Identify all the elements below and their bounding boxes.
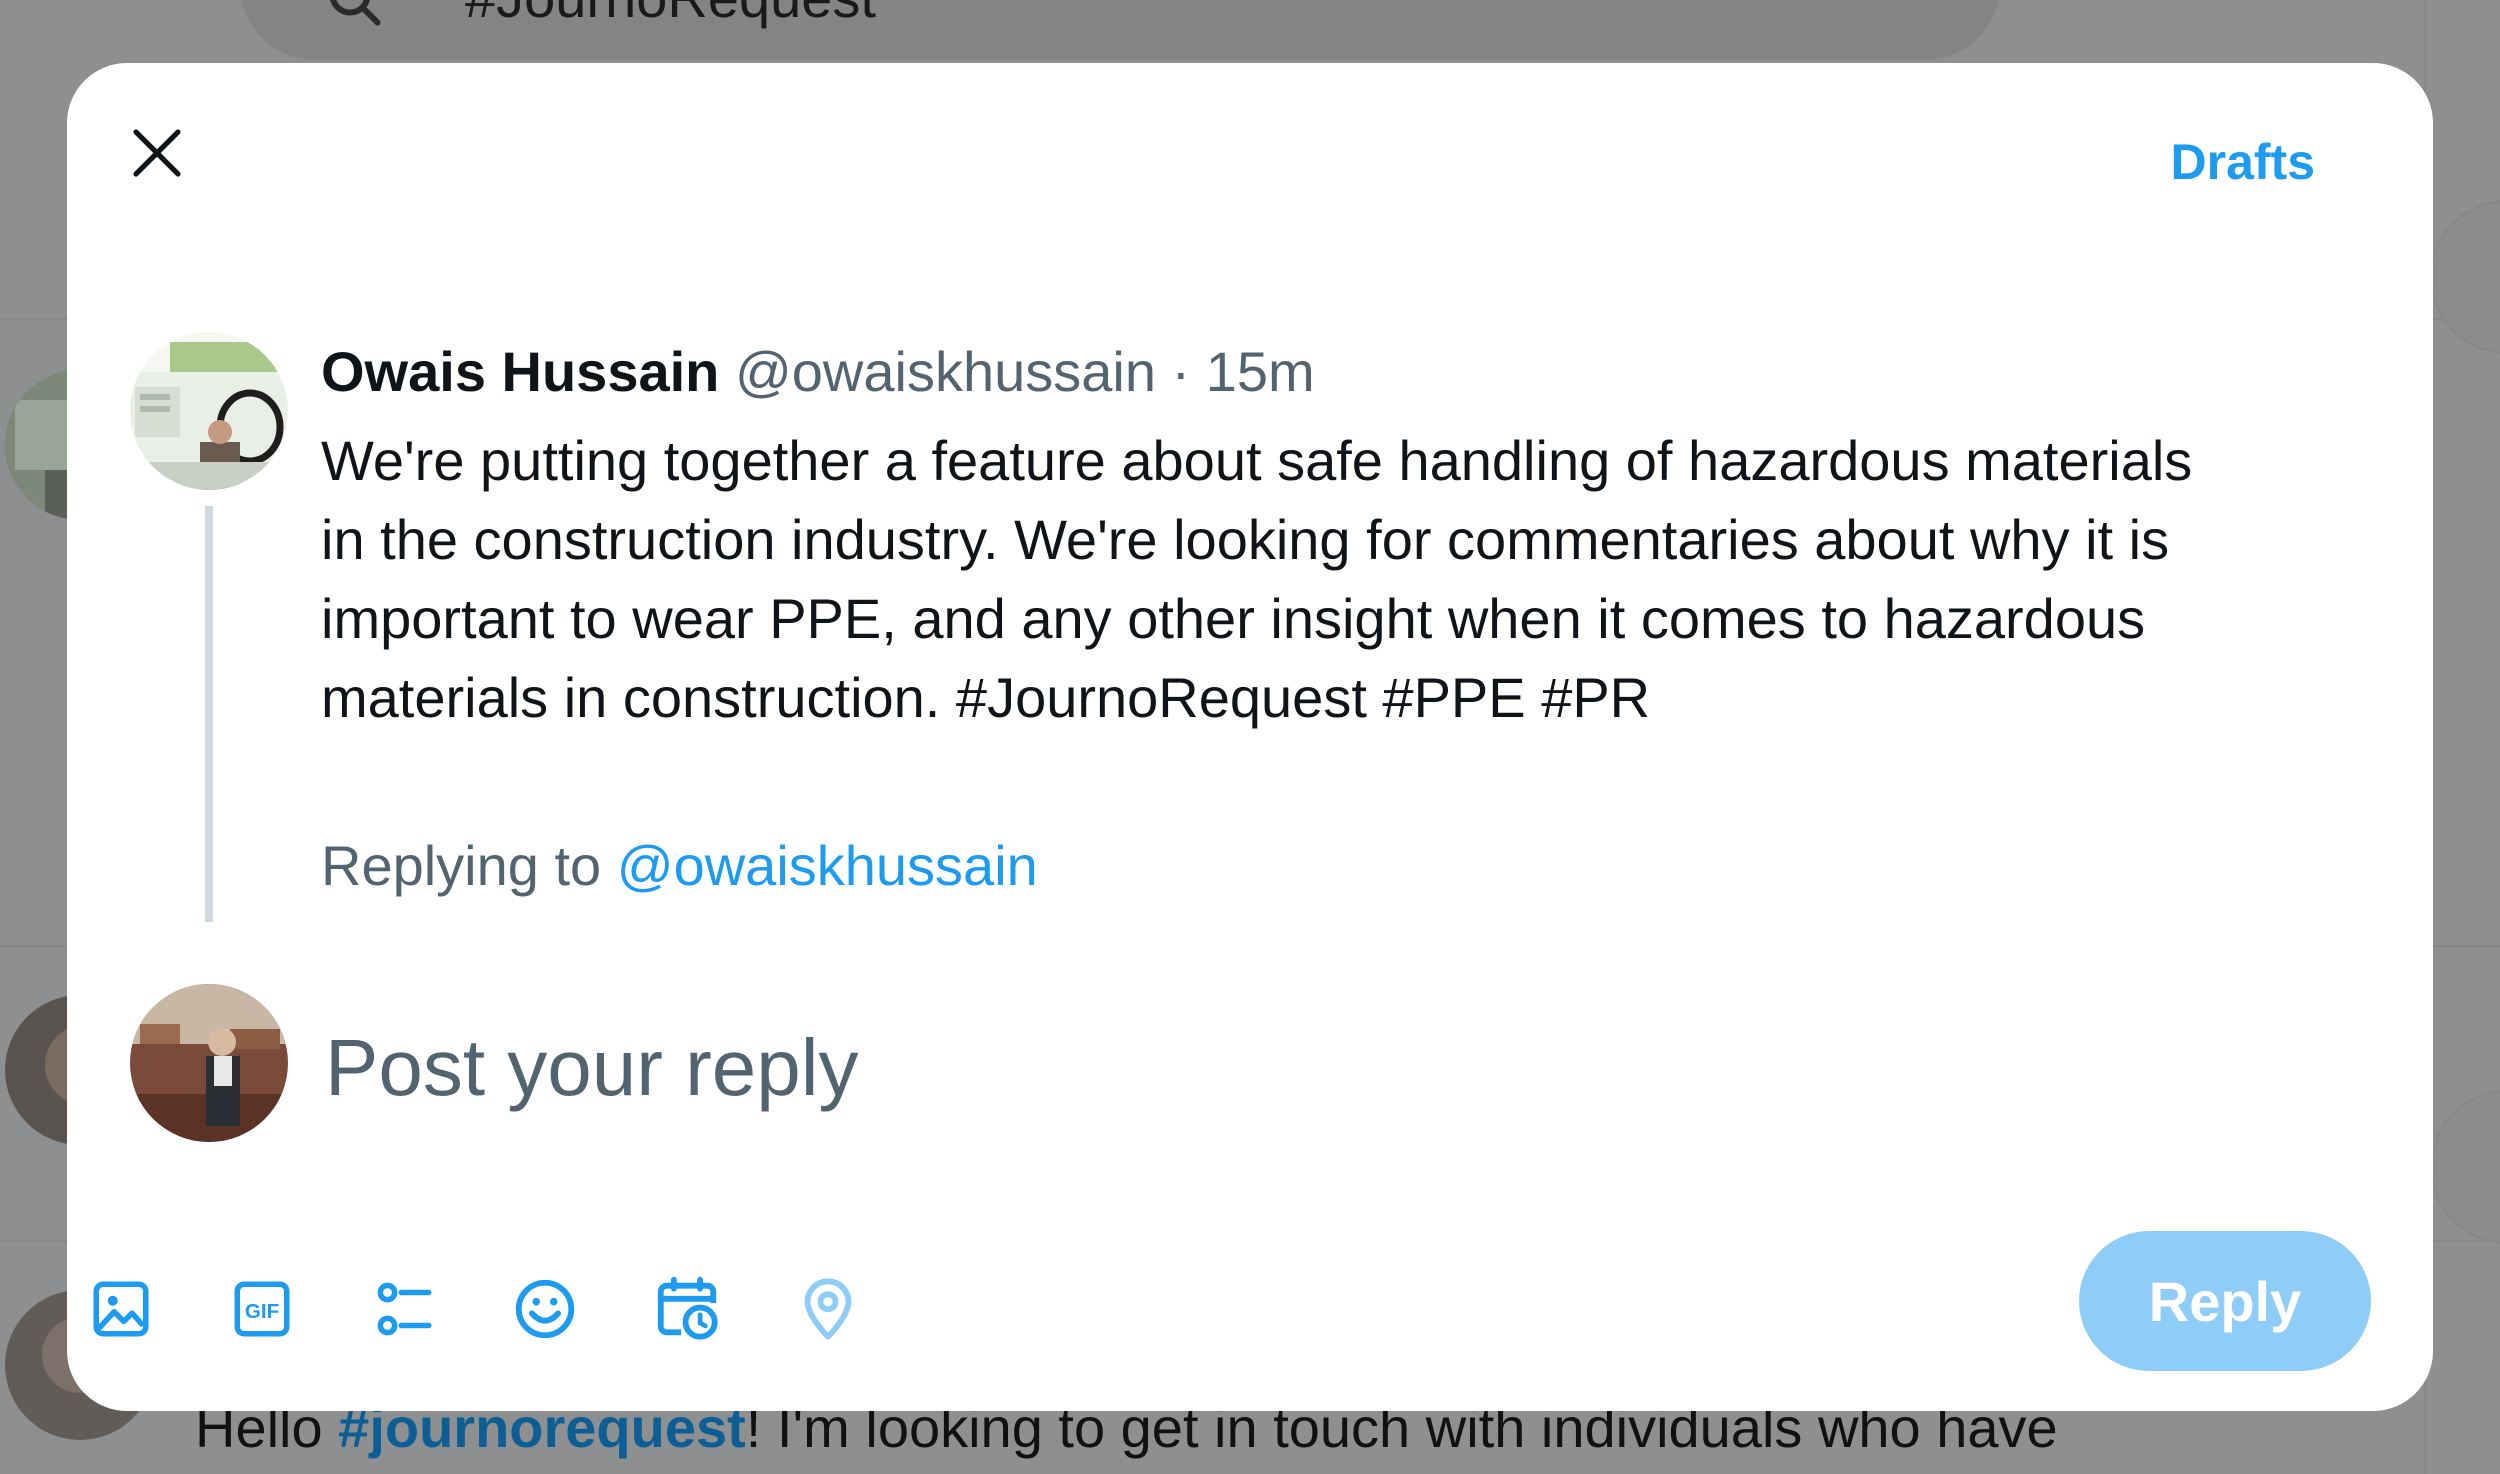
close-button[interactable]: [107, 103, 207, 203]
background-search-text: #JournoRequest: [465, 0, 876, 30]
separator-dot: ·: [1171, 340, 1191, 403]
post-timestamp[interactable]: 15m: [1206, 340, 1315, 403]
add-media-button[interactable]: [78, 1266, 164, 1352]
thread-connector-line: [205, 506, 213, 922]
reply-button[interactable]: Reply: [2079, 1231, 2371, 1371]
replying-to-label: Replying to: [321, 834, 617, 897]
post-header: Owais Hussain @owaiskhussain · 15m: [321, 338, 1315, 405]
search-icon: [330, 0, 381, 26]
image-icon: [93, 1281, 149, 1337]
poll-icon: [377, 1282, 432, 1336]
drafts-button[interactable]: Drafts: [2171, 133, 2315, 191]
reply-dialog: Drafts Owais Hussain @owaiskhussain · 15…: [67, 63, 2433, 1411]
author-name[interactable]: Owais Hussain: [321, 340, 719, 403]
author-handle[interactable]: @owaiskhussain: [735, 340, 1156, 403]
add-gif-button[interactable]: GIF: [219, 1266, 305, 1352]
reply-input[interactable]: [325, 1018, 2325, 1118]
add-poll-button[interactable]: [361, 1266, 447, 1352]
replying-to: Replying to @owaiskhussain: [321, 833, 1038, 898]
user-avatar[interactable]: [130, 984, 288, 1142]
schedule-post-button[interactable]: [644, 1266, 730, 1352]
location-icon: [804, 1278, 852, 1340]
background-avatar: [2430, 1090, 2500, 1244]
svg-text:GIF: GIF: [245, 1300, 279, 1323]
add-emoji-button[interactable]: [502, 1266, 588, 1352]
author-avatar[interactable]: [130, 332, 288, 490]
gif-icon: GIF: [234, 1281, 290, 1337]
post-text: We're putting together a feature about s…: [321, 429, 2193, 729]
schedule-icon: [657, 1276, 718, 1340]
background-avatar: [2430, 200, 2500, 354]
close-icon: [133, 129, 181, 177]
replying-to-handle[interactable]: @owaiskhussain: [617, 834, 1038, 897]
add-location-button[interactable]: [785, 1266, 871, 1352]
emoji-icon: [515, 1279, 575, 1339]
